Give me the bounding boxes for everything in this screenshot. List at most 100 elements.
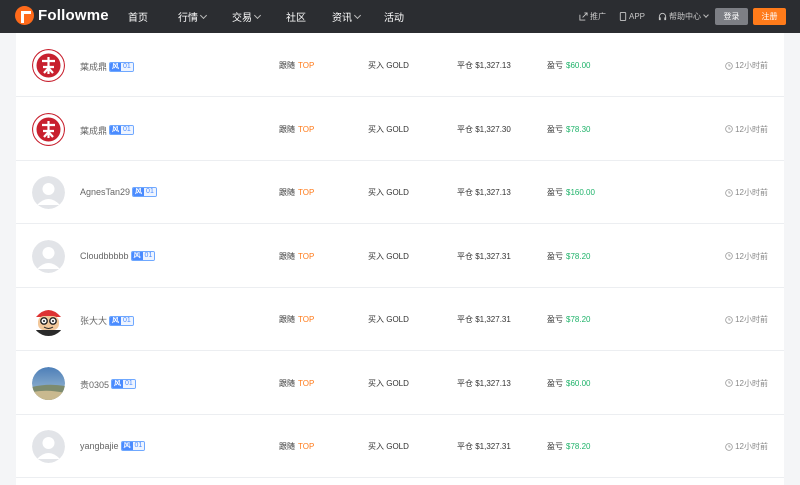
profit-label: 盈亏 (547, 442, 563, 451)
follow-link[interactable]: 跟随 TOP (279, 187, 314, 198)
nav-events[interactable]: 活动 (384, 9, 404, 24)
profit-block: 盈亏 $78.20 (547, 441, 590, 452)
header-links: 推广 APP 帮助中心 (566, 0, 709, 33)
time-block: 12小时前 (725, 124, 768, 135)
username-block: 葉成鼎风 01 (80, 60, 134, 73)
promote-label: 推广 (589, 12, 606, 21)
profit-label: 盈亏 (547, 378, 563, 388)
time-ago: 12小时前 (735, 442, 768, 451)
time-ago: 12小时前 (735, 188, 768, 197)
follow-label: 跟随 (279, 124, 295, 134)
close-price: 平仓 $1,327.13 (457, 61, 511, 70)
follow-top-tag: TOP (298, 61, 315, 70)
nav-community-label: 社区 (286, 13, 306, 24)
profit-value: $78.30 (566, 124, 591, 134)
clock-icon (725, 61, 733, 70)
profit-label: 盈亏 (547, 188, 563, 197)
time-ago: 12小时前 (735, 61, 768, 70)
time-block: 12小时前 (725, 441, 768, 452)
time-ago: 12小时前 (735, 315, 768, 324)
main-nav: 首页 行情 交易 社区 资讯 活动 (128, 0, 404, 33)
trade-action: 买入 GOLD (368, 315, 409, 324)
level-badge: 风 01 (120, 441, 146, 451)
default-avatar[interactable] (32, 430, 65, 463)
username[interactable]: 葉成鼎 (80, 124, 107, 137)
app-link[interactable]: APP (619, 12, 645, 21)
trade-row: 张大大风 01 跟随 TOP 买入 GOLD 平仓 $1,327.31 盈亏 $78.20 12… (16, 288, 784, 351)
trade-row: AgnesTan29 风 01 跟随 TOP 买入 GOLD 平仓 $1,327.13 盈亏 $… (16, 161, 784, 224)
phone-icon (619, 12, 627, 21)
share-icon (579, 12, 588, 21)
level-badge: 风 01 (109, 61, 134, 72)
followme-logo[interactable]: Followme (15, 6, 109, 25)
chevron-down-icon (703, 12, 709, 18)
badge-number: 01 (121, 62, 133, 71)
badge-icon: 风 (121, 442, 133, 450)
follow-link[interactable]: 跟随 TOP (279, 314, 314, 325)
follow-label: 跟随 (279, 378, 295, 388)
follow-top-tag: TOP (298, 315, 315, 324)
level-badge: 风 01 (109, 315, 134, 326)
default-avatar[interactable] (32, 176, 65, 209)
profit-value: $78.20 (566, 315, 591, 324)
badge-icon: 风 (110, 126, 122, 134)
time-ago: 12小时前 (735, 124, 768, 134)
followme-logo-icon (15, 6, 34, 25)
close-price: 平仓 $1,327.31 (457, 442, 511, 451)
follow-link[interactable]: 跟随 TOP (279, 441, 314, 452)
follow-label: 跟随 (279, 61, 295, 70)
nav-news[interactable]: 资讯 (332, 9, 362, 24)
level-badge: 风 01 (130, 250, 156, 261)
trade-row: yangbajie 风 01 跟随 TOP 买入 GOLD 平仓 $1,327.31 盈亏 $7… (16, 415, 784, 478)
close-price: 平仓 $1,327.31 (457, 251, 511, 261)
follow-link[interactable]: 跟随 TOP (279, 251, 314, 262)
username[interactable]: AgnesTan29 (80, 187, 130, 197)
red-logo-avatar[interactable] (32, 112, 65, 146)
promote-link[interactable]: 推广 (579, 11, 606, 22)
cartoon-avatar[interactable] (32, 303, 65, 336)
profit-block: 盈亏 $78.20 (547, 251, 590, 262)
nav-market[interactable]: 行情 (178, 9, 208, 24)
follow-link[interactable]: 跟随 TOP (279, 378, 314, 389)
nav-home[interactable]: 首页 (128, 9, 148, 24)
time-block: 12小时前 (725, 251, 768, 262)
clock-icon (725, 379, 733, 387)
login-button[interactable]: 登录 (715, 8, 748, 25)
nav-events-label: 活动 (384, 13, 404, 24)
close-price: 平仓 $1,327.31 (457, 315, 511, 324)
follow-link[interactable]: 跟随 TOP (279, 60, 314, 71)
trade-row: 葉成鼎风 01 跟随 TOP 买入 GOLD 平仓 $1,327.30 盈亏 $78.30 12… (16, 98, 784, 161)
username[interactable]: 张大大 (80, 314, 107, 327)
username[interactable]: 葉成鼎 (80, 60, 107, 73)
level-badge: 风 01 (109, 125, 134, 135)
time-block: 12小时前 (725, 60, 768, 71)
time-ago: 12小时前 (735, 251, 768, 261)
follow-top-tag: TOP (298, 188, 315, 197)
follow-label: 跟随 (279, 251, 295, 261)
time-block: 12小时前 (725, 314, 768, 325)
landscape-avatar[interactable] (32, 366, 65, 400)
trade-feed-list: 葉成鼎风 01 跟随 TOP 买入 GOLD 平仓 $1,327.13 盈亏 $60.00 12… (16, 33, 784, 485)
profit-value: $60.00 (566, 378, 591, 388)
username[interactable]: 贵0305 (80, 378, 109, 391)
profit-value: $160.00 (566, 188, 595, 197)
default-avatar[interactable] (32, 239, 65, 273)
nav-trade[interactable]: 交易 (232, 9, 262, 24)
clock-icon (725, 188, 733, 197)
follow-top-tag: TOP (298, 442, 315, 451)
badge-number: 01 (123, 380, 135, 388)
follow-link[interactable]: 跟随 TOP (279, 124, 314, 135)
trade-row: Cloudbbbbb 风 01 跟随 TOP 买入 GOLD 平仓 $1,327.31 盈亏 $… (16, 225, 784, 288)
register-button[interactable]: 注册 (753, 8, 786, 25)
username-block: yangbajie 风 01 (80, 441, 146, 451)
username-block: Cloudbbbbb 风 01 (80, 250, 156, 261)
close-price: 平仓 $1,327.13 (457, 188, 511, 197)
help-center-link[interactable]: 帮助中心 (658, 11, 709, 22)
nav-community[interactable]: 社区 (286, 9, 306, 24)
username[interactable]: yangbajie (80, 441, 119, 451)
follow-top-tag: TOP (298, 251, 315, 261)
red-logo-avatar[interactable] (32, 49, 65, 82)
headset-icon (658, 12, 667, 21)
username[interactable]: Cloudbbbbb (80, 251, 129, 261)
follow-label: 跟随 (279, 442, 295, 451)
